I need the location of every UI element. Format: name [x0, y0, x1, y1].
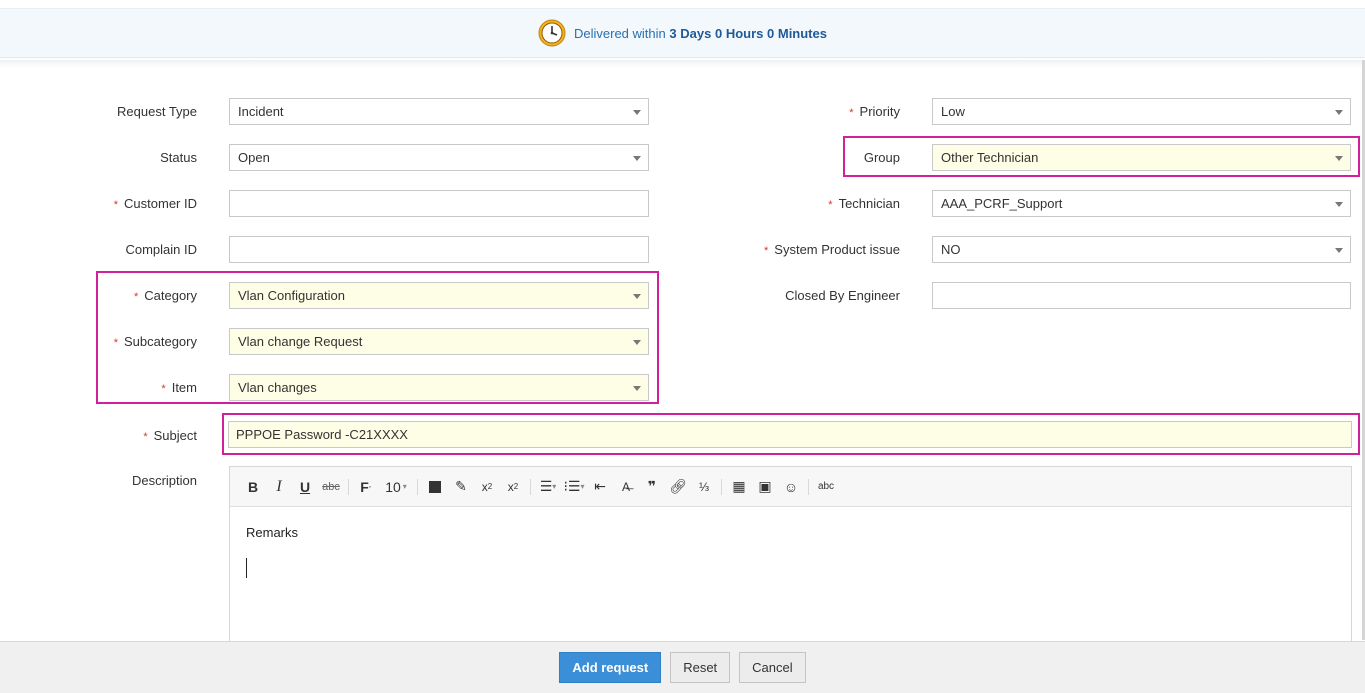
system-product-issue-select[interactable]: NO — [932, 236, 1351, 263]
description-label: Description — [131, 473, 197, 488]
subcategory-select[interactable]: Vlan change Request — [229, 328, 649, 355]
text-cursor — [246, 558, 247, 578]
blockquote-icon[interactable]: ❞ — [639, 476, 665, 498]
customer-id-label: * Customer ID — [113, 196, 197, 211]
chevron-down-icon — [1335, 202, 1343, 207]
request-type-label: Request Type — [117, 104, 197, 119]
subscript-icon[interactable]: x2 — [474, 476, 500, 498]
sla-banner: Delivered within 3 Days 0 Hours 0 Minute… — [0, 8, 1365, 58]
emoji-icon[interactable]: ☺ — [778, 476, 804, 498]
font-size-select[interactable]: 10 ▾ — [379, 476, 413, 498]
text-color-icon[interactable] — [422, 476, 448, 498]
toolbar-divider — [530, 478, 531, 495]
group-label: Group — [863, 150, 900, 165]
chevron-down-icon — [1335, 248, 1343, 253]
clock-icon — [538, 19, 566, 47]
numbered-list-icon[interactable]: ⅓ — [691, 476, 717, 498]
chevron-down-icon — [633, 110, 641, 115]
bold-icon[interactable]: B — [240, 476, 266, 498]
chevron-down-icon — [633, 294, 641, 299]
complain-id-label: Complain ID — [125, 242, 197, 257]
subject-input[interactable]: PPPOE Password -C21XXXX — [228, 421, 1352, 448]
header-shadow — [0, 60, 1365, 68]
align-icon[interactable]: ☰ ▾ — [535, 476, 561, 498]
toolbar-divider — [417, 478, 418, 495]
subject-label: * Subject — [143, 428, 197, 443]
superscript-icon[interactable]: x2 — [500, 476, 526, 498]
closed-by-engineer-label: Closed By Engineer — [785, 288, 900, 303]
image-icon[interactable]: ▣ — [752, 476, 778, 498]
editor-body[interactable]: Remarks — [230, 507, 1351, 596]
technician-select[interactable]: AAA_PCRF_Support — [932, 190, 1351, 217]
description-editor[interactable]: B I U abc F · 10 ▾ ✎ x2 x2 ☰ ▾ ⁝☰ ▾ ⇤ A̶ ❞ 🔗… — [229, 466, 1352, 646]
reset-button[interactable]: Reset — [670, 652, 731, 683]
chevron-down-icon — [633, 340, 641, 345]
add-request-button[interactable]: Add request — [559, 652, 662, 683]
category-select[interactable]: Vlan Configuration — [229, 282, 649, 309]
clear-format-icon[interactable]: A̶ — [613, 476, 639, 498]
chevron-down-icon — [633, 386, 641, 391]
complain-id-input[interactable] — [229, 236, 649, 263]
link-icon[interactable]: 🔗︎ — [665, 476, 691, 498]
category-label: * Category — [133, 288, 197, 303]
strikethrough-icon[interactable]: abc — [318, 476, 344, 498]
technician-label: * Technician — [828, 196, 900, 211]
toolbar-divider — [721, 478, 722, 495]
group-select[interactable]: Other Technician — [932, 144, 1351, 171]
chevron-down-icon — [1335, 110, 1343, 115]
customer-id-input[interactable] — [229, 190, 649, 217]
chevron-down-icon — [633, 156, 641, 161]
closed-by-engineer-input[interactable] — [932, 282, 1351, 309]
underline-icon[interactable]: U — [292, 476, 318, 498]
font-family-icon[interactable]: F · — [353, 476, 379, 498]
editor-remarks-text: Remarks — [246, 525, 299, 540]
priority-label: * Priority — [849, 104, 900, 119]
spellcheck-icon[interactable]: abc — [813, 476, 839, 498]
highlight-icon[interactable]: ✎ — [448, 476, 474, 498]
form-footer: Add request Reset Cancel — [0, 641, 1365, 693]
editor-toolbar: B I U abc F · 10 ▾ ✎ x2 x2 ☰ ▾ ⁝☰ ▾ ⇤ A̶ ❞ 🔗… — [230, 467, 1351, 507]
table-icon[interactable]: ▦ — [726, 476, 752, 498]
request-type-select[interactable]: Incident — [229, 98, 649, 125]
italic-icon[interactable]: I — [266, 476, 292, 498]
item-label: * Item — [161, 380, 197, 395]
chevron-down-icon — [1335, 156, 1343, 161]
cancel-button[interactable]: Cancel — [739, 652, 806, 683]
sla-text: Delivered within 3 Days 0 Hours 0 Minute… — [574, 25, 827, 41]
subcategory-label: * Subcategory — [113, 334, 197, 349]
status-select[interactable]: Open — [229, 144, 649, 171]
list-icon[interactable]: ⁝☰ ▾ — [561, 476, 587, 498]
toolbar-divider — [348, 478, 349, 495]
indent-icon[interactable]: ⇤ — [587, 476, 613, 498]
item-select[interactable]: Vlan changes — [229, 374, 649, 401]
status-label: Status — [160, 150, 197, 165]
toolbar-divider — [808, 478, 809, 495]
priority-select[interactable]: Low — [932, 98, 1351, 125]
system-product-issue-label: * System Product issue — [764, 242, 900, 257]
